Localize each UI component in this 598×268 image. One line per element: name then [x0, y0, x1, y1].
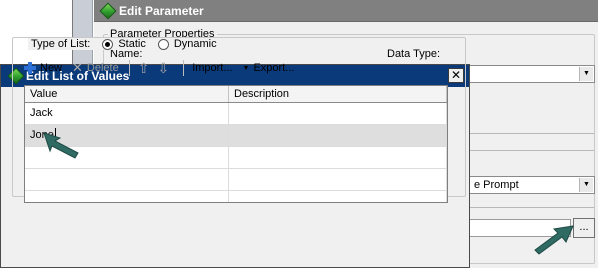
prompt-type-combo[interactable]: e Prompt ▼	[467, 176, 595, 194]
move-up-icon[interactable]: ⇧	[138, 61, 150, 75]
divider	[470, 150, 594, 151]
values-table: Value Description Jack Jone	[24, 85, 448, 203]
table-row[interactable]	[25, 147, 447, 169]
description-cell[interactable]	[229, 103, 447, 124]
column-header-value[interactable]: Value	[25, 86, 229, 102]
delete-label: Delete	[86, 62, 119, 74]
chevron-down-icon[interactable]: ▼	[579, 67, 593, 81]
radio-static-circle[interactable]	[102, 38, 114, 50]
new-button[interactable]: New	[24, 62, 62, 74]
import-label: Import...	[192, 62, 233, 74]
data-type-combo[interactable]: ▼	[467, 65, 595, 83]
radio-dynamic-label[interactable]: Dynamic	[174, 38, 217, 50]
export-button[interactable]: ▼ Export...	[243, 62, 295, 74]
callout-arrow-icon	[43, 132, 79, 159]
toolbar-separator	[183, 60, 185, 76]
delete-x-icon: ✕	[72, 60, 83, 75]
empty-cell[interactable]	[229, 147, 447, 168]
divider	[470, 207, 594, 208]
table-header: Value Description	[25, 86, 447, 103]
table-row[interactable]: Jack	[25, 103, 447, 125]
dropdown-arrow-icon: ▼	[242, 64, 250, 72]
empty-cell[interactable]	[25, 169, 229, 190]
export-label: Export...	[253, 62, 295, 74]
empty-cell[interactable]	[229, 191, 447, 202]
move-buttons: ⇧ ⇩	[138, 61, 173, 75]
callout-arrow-icon	[534, 225, 574, 255]
description-cell[interactable]	[229, 125, 447, 146]
edit-parameter-title: Edit Parameter	[119, 4, 204, 18]
edit-parameter-titlebar: Edit Parameter	[94, 0, 598, 22]
empty-cell[interactable]	[229, 169, 447, 190]
toolbar-separator	[128, 60, 130, 76]
chevron-down-icon[interactable]: ▼	[579, 178, 593, 192]
delete-button[interactable]: ✕ Delete	[72, 60, 119, 75]
radio-dynamic[interactable]: Dynamic	[157, 38, 217, 50]
radio-dynamic-circle[interactable]	[157, 38, 169, 50]
values-toolbar: New ✕ Delete ⇧ ⇩ Import... ▼ Export...	[24, 59, 304, 77]
table-row[interactable]	[25, 169, 447, 191]
app-diamond-icon	[99, 2, 117, 20]
import-button[interactable]: Import...	[192, 62, 232, 74]
empty-cell[interactable]	[25, 191, 229, 202]
new-label: New	[40, 62, 63, 74]
column-header-description[interactable]: Description	[229, 86, 447, 102]
value-cell[interactable]: Jack	[25, 103, 229, 124]
radio-static-label[interactable]: Static	[118, 38, 146, 50]
radio-static[interactable]: Static	[102, 38, 146, 50]
type-of-list-label: Type of List:	[31, 38, 91, 50]
move-down-icon[interactable]: ⇩	[157, 61, 169, 75]
type-of-list-legend: Type of List: Static Dynamic	[28, 38, 220, 50]
plus-icon	[24, 62, 36, 74]
browse-ellipsis-button[interactable]: ...	[573, 218, 595, 238]
divider	[470, 133, 594, 134]
table-row[interactable]: Jone	[25, 125, 447, 147]
prompt-type-value: e Prompt	[474, 179, 519, 191]
table-row[interactable]	[25, 191, 447, 202]
